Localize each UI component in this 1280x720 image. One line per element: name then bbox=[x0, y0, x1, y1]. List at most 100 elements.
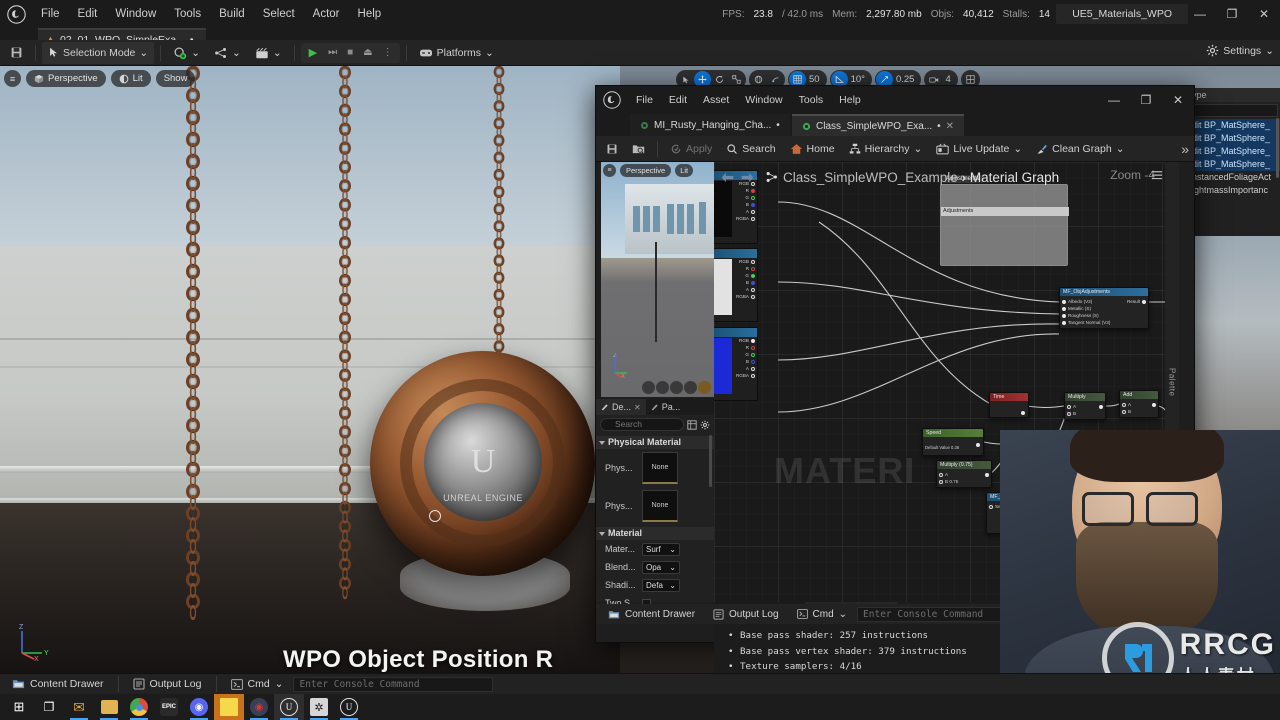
details-panel[interactable]: De... ✕ Pa... Search Physical Material P… bbox=[596, 399, 714, 608]
input-pin[interactable] bbox=[1122, 409, 1126, 414]
output-pin[interactable] bbox=[751, 259, 755, 264]
preview-view-mode-button[interactable]: Perspective bbox=[620, 164, 672, 177]
close-icon[interactable]: ✕ bbox=[634, 403, 641, 412]
preview-shape-buttons[interactable] bbox=[642, 381, 711, 394]
blend-mode-combo[interactable]: Opa ⌄ bbox=[642, 560, 680, 574]
output-pin[interactable] bbox=[751, 345, 755, 350]
outliner-row[interactable]: dit BP_MatSphere_ bbox=[1190, 145, 1280, 158]
output-pin[interactable] bbox=[751, 216, 755, 221]
back-arrow-icon[interactable] bbox=[720, 171, 735, 184]
input-pin[interactable] bbox=[1067, 404, 1071, 409]
save-button[interactable] bbox=[4, 42, 29, 64]
node-multiply-075[interactable]: Multiply (0.75) A B 0.75 bbox=[936, 460, 992, 488]
input-pin[interactable] bbox=[1062, 306, 1066, 311]
output-pin[interactable] bbox=[751, 266, 755, 271]
content-drawer-button[interactable]: Content Drawer bbox=[4, 676, 112, 693]
viewport-menu-button[interactable]: ≡ bbox=[4, 70, 21, 87]
add-actor-button[interactable]: ⌄ bbox=[167, 42, 206, 64]
output-pin[interactable] bbox=[985, 472, 989, 477]
node-speed-param[interactable]: Speed Default Value 0.36 bbox=[922, 428, 984, 456]
outliner-scrollbar[interactable] bbox=[1276, 118, 1279, 178]
output-pin[interactable] bbox=[751, 359, 755, 364]
asset-picker[interactable]: None bbox=[642, 490, 678, 522]
input-pin[interactable] bbox=[989, 504, 993, 509]
cmd-button[interactable]: Cmd ⌄ bbox=[223, 676, 292, 693]
me-menu-tools[interactable]: Tools bbox=[791, 86, 832, 114]
graph-breadcrumb[interactable]: Class_SimpleWPO_Example › Material Graph bbox=[783, 170, 1059, 185]
outliner-row[interactable]: dit BP_MatSphere_ bbox=[1190, 158, 1280, 171]
details-search-input[interactable]: Search bbox=[600, 418, 684, 431]
output-pin[interactable] bbox=[1152, 402, 1156, 407]
output-pin[interactable] bbox=[751, 338, 755, 343]
preview-cube-button[interactable] bbox=[684, 381, 697, 394]
minimize-button[interactable]: — bbox=[1184, 0, 1216, 28]
details-row-physical-material-mask[interactable]: Phys... None bbox=[596, 487, 714, 525]
apply-button[interactable]: Apply bbox=[664, 138, 718, 160]
details-row-blend-mode[interactable]: Blend... Opa ⌄ bbox=[596, 558, 714, 576]
maximize-button[interactable]: ❐ bbox=[1216, 0, 1248, 28]
output-pin[interactable] bbox=[751, 373, 755, 378]
me-save-button[interactable] bbox=[600, 138, 624, 160]
close-icon[interactable]: ✕ bbox=[946, 121, 954, 132]
main-menubar[interactable]: File Edit Window Tools Build Select Acto… bbox=[32, 0, 390, 28]
selection-mode-button[interactable]: Selection Mode ⌄ bbox=[42, 41, 155, 64]
chrome-icon[interactable] bbox=[124, 694, 154, 720]
me-output-log-button[interactable]: Output Log bbox=[705, 606, 786, 623]
input-pin[interactable] bbox=[1062, 313, 1066, 318]
details-row-shading-model[interactable]: Shadi... Defa ⌄ bbox=[596, 576, 714, 594]
blueprints-button[interactable]: ⌄ bbox=[208, 42, 247, 64]
texture-sample-node-3[interactable]: RGB R G B A RGBA bbox=[714, 327, 758, 401]
unreal-engine-icon[interactable]: U bbox=[274, 694, 304, 720]
me-close-button[interactable]: ✕ bbox=[1162, 86, 1194, 114]
me-menu-window[interactable]: Window bbox=[737, 86, 790, 114]
node-add-mid[interactable]: Add A B bbox=[1119, 390, 1159, 418]
input-pin[interactable] bbox=[1067, 411, 1071, 416]
unreal-engine-icon-2[interactable]: U bbox=[334, 694, 364, 720]
outliner-panel[interactable]: ype dit BP_MatSphere_ dit BP_MatSphere_ … bbox=[1190, 88, 1280, 236]
breadcrumb-root[interactable]: Class_SimpleWPO_Example bbox=[783, 170, 958, 185]
material-preview-viewport[interactable]: ≡ Perspective Lit Z X bbox=[601, 162, 714, 397]
asset-picker[interactable]: None bbox=[642, 452, 678, 484]
material-editor-menubar[interactable]: File Edit Asset Window Tools Help bbox=[628, 86, 869, 114]
outliner-row[interactable]: nstancedFoliageAct bbox=[1190, 171, 1280, 184]
output-pin[interactable] bbox=[751, 209, 755, 214]
material-domain-combo[interactable]: Surf ⌄ bbox=[642, 542, 680, 556]
input-pin[interactable] bbox=[1062, 299, 1066, 304]
asset-tab-material[interactable]: Class_SimpleWPO_Exa... • ✕ bbox=[792, 114, 965, 136]
category-material[interactable]: Material bbox=[596, 527, 714, 540]
me-menu-file[interactable]: File bbox=[628, 86, 661, 114]
platforms-button[interactable]: Platforms ⌄ bbox=[413, 42, 500, 64]
output-pin[interactable] bbox=[1099, 404, 1103, 409]
output-pin[interactable] bbox=[751, 352, 755, 357]
me-cmd-button[interactable]: Cmd ⌄ bbox=[789, 606, 856, 623]
hierarchy-button[interactable]: Hierarchy ⌄ bbox=[843, 138, 929, 160]
browse-to-asset-button[interactable] bbox=[626, 138, 651, 160]
output-pin[interactable] bbox=[1021, 411, 1025, 415]
forward-arrow-icon[interactable] bbox=[740, 171, 755, 184]
toolbar-overflow-button[interactable]: » bbox=[1181, 141, 1189, 157]
me-menu-help[interactable]: Help bbox=[831, 86, 869, 114]
preview-cylinder-button[interactable] bbox=[642, 381, 655, 394]
substance-icon[interactable]: ✲ bbox=[304, 694, 334, 720]
graph-list-icon[interactable] bbox=[1151, 170, 1163, 182]
lighting-mode-button[interactable]: Lit bbox=[110, 70, 151, 87]
output-pin[interactable] bbox=[751, 273, 755, 278]
output-pin[interactable] bbox=[976, 443, 980, 447]
output-pin[interactable] bbox=[751, 366, 755, 371]
outliner-row[interactable]: ightmassImportanc bbox=[1190, 184, 1280, 197]
epic-games-icon[interactable]: EPIC bbox=[154, 694, 184, 720]
output-pin[interactable] bbox=[751, 195, 755, 200]
me-maximize-button[interactable]: ❐ bbox=[1130, 86, 1162, 114]
node-time[interactable]: Time bbox=[989, 392, 1029, 418]
menu-file[interactable]: File bbox=[32, 0, 69, 28]
shading-model-combo[interactable]: Defa ⌄ bbox=[642, 578, 680, 592]
menu-actor[interactable]: Actor bbox=[304, 0, 349, 28]
file-explorer-icon[interactable] bbox=[94, 694, 124, 720]
preview-sphere-button[interactable] bbox=[656, 381, 669, 394]
stop-button[interactable]: ■ bbox=[342, 42, 358, 64]
node-multiply[interactable]: Multiply A B bbox=[1064, 392, 1106, 420]
texture-sample-node-2[interactable]: RGB R G B A RGBA bbox=[714, 248, 758, 322]
material-sphere-mesh[interactable]: U UNREAL ENGINE bbox=[370, 351, 595, 576]
show-flags-button[interactable]: Show bbox=[155, 70, 196, 87]
details-row-physical-material[interactable]: Phys... None bbox=[596, 449, 714, 487]
